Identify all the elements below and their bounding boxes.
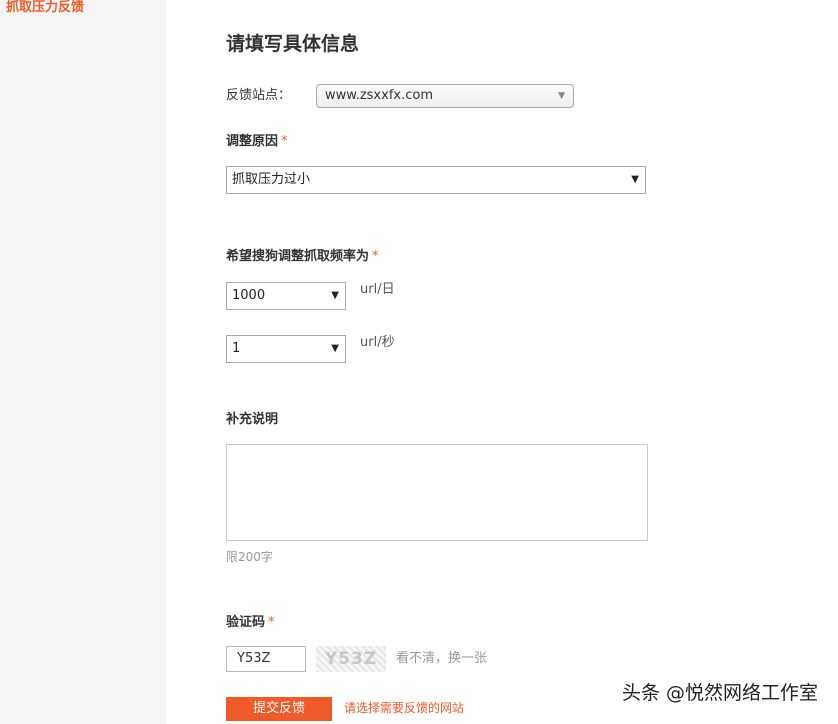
form-title: 请填写具体信息 [226, 33, 360, 55]
required-asterisk: * [281, 134, 288, 149]
watermark: 头条 @悦然网络工作室 [621, 682, 818, 704]
reason-label-text: 调整原因 [226, 134, 279, 149]
page: 抓取压力反馈 请填写具体信息 反馈站点： www.zsxxfx.com ▼ 调整… [0, 0, 838, 724]
per-second-select[interactable]: 1 ▼ [226, 335, 346, 363]
notes-textarea[interactable] [226, 444, 648, 541]
sidebar: 抓取压力反馈 [0, 0, 166, 724]
sidebar-item-crawl-pressure-feedback[interactable]: 抓取压力反馈 [6, 0, 84, 16]
feedback-form: 请填写具体信息 反馈站点： www.zsxxfx.com ▼ 调整原因 * 抓取压… [226, 0, 826, 724]
chevron-down-icon: ▼ [331, 290, 339, 301]
required-asterisk: * [372, 249, 379, 264]
captcha-label: 验证码 * [226, 614, 275, 632]
required-asterisk: * [268, 615, 275, 630]
reason-select[interactable]: 抓取压力过小 ▼ [226, 166, 646, 194]
per-day-select[interactable]: 1000 ▼ [226, 282, 346, 310]
captcha-refresh-link[interactable]: 看不清，换一张 [396, 650, 487, 668]
captcha-input[interactable]: Y53Z [226, 646, 306, 672]
notes-label: 补充说明 [226, 412, 279, 427]
frequency-label: 希望搜狗调整抓取频率为 * [226, 248, 379, 266]
site-select[interactable]: www.zsxxfx.com ▼ [316, 84, 574, 108]
chevron-down-icon: ▼ [558, 91, 565, 101]
submit-button[interactable]: 提交反馈 [226, 697, 332, 721]
per-day-unit: url/日 [360, 282, 395, 297]
per-second-unit: url/秒 [360, 335, 395, 350]
per-second-value: 1 [232, 341, 241, 356]
captcha-label-text: 验证码 [226, 615, 266, 630]
error-hint: 请选择需要反馈的网站 [344, 701, 465, 715]
reason-label: 调整原因 * [226, 133, 288, 151]
per-day-value: 1000 [232, 288, 266, 303]
site-label: 反馈站点： [226, 88, 292, 103]
notes-limit: 限200字 [226, 550, 273, 564]
chevron-down-icon: ▼ [631, 174, 639, 185]
site-select-value: www.zsxxfx.com [325, 88, 433, 103]
captcha-image[interactable]: Y53Z [316, 646, 386, 672]
chevron-down-icon: ▼ [331, 343, 339, 354]
reason-select-value: 抓取压力过小 [232, 172, 311, 187]
frequency-label-text: 希望搜狗调整抓取频率为 [226, 249, 370, 264]
